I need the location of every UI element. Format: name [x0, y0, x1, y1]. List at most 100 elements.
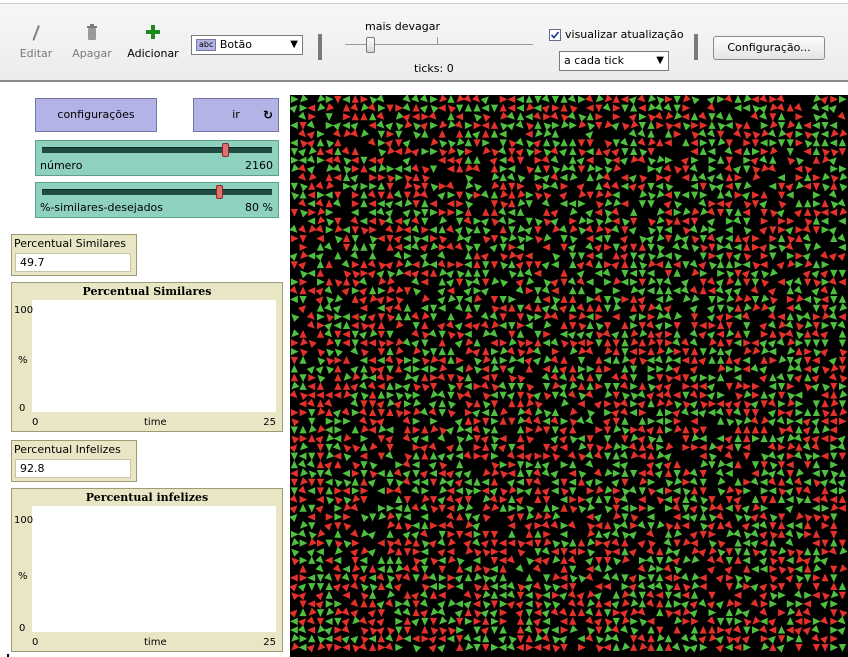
agent [743, 200, 752, 209]
world-canvas[interactable] [290, 95, 848, 657]
agent [812, 304, 820, 313]
edit-button[interactable]: Editar [18, 22, 54, 60]
agent [587, 598, 596, 607]
agent [332, 129, 341, 138]
agent [411, 461, 420, 469]
agent [560, 138, 568, 147]
agent [526, 313, 535, 322]
agent [838, 539, 847, 548]
agent [612, 95, 620, 103]
agent [628, 174, 637, 183]
agent [334, 373, 342, 382]
agent [621, 478, 629, 487]
agent [499, 495, 508, 504]
agent [325, 113, 333, 122]
agent [360, 95, 369, 103]
agent [576, 416, 585, 425]
agent [334, 294, 343, 303]
slider-knob[interactable] [216, 185, 223, 199]
numero-slider[interactable]: número 2160 [35, 140, 279, 176]
settings-button[interactable]: Configuração... [713, 36, 825, 60]
update-mode-select[interactable]: a cada tick ▼ [559, 51, 669, 71]
agent [404, 120, 413, 129]
agent [611, 191, 620, 199]
agent [665, 330, 673, 338]
agent [795, 608, 803, 617]
agent [351, 425, 359, 434]
toolbar-separator [318, 34, 322, 60]
agent [560, 478, 568, 487]
agent [595, 122, 603, 130]
agent [802, 426, 811, 435]
agent [760, 461, 768, 470]
agent [506, 642, 515, 651]
agent [306, 120, 315, 129]
agent [786, 312, 794, 321]
agent [377, 382, 385, 391]
agent [515, 252, 524, 261]
agent [464, 138, 472, 147]
slider-knob[interactable] [222, 143, 229, 157]
agent [689, 259, 698, 268]
agent [595, 200, 604, 209]
agent [638, 469, 646, 478]
agent [551, 408, 559, 416]
agent [569, 418, 578, 427]
agent [367, 548, 376, 557]
agent [647, 243, 655, 252]
agent [419, 557, 428, 566]
agent [559, 582, 568, 591]
agent [602, 172, 611, 181]
agent [708, 461, 716, 470]
agent [628, 531, 637, 540]
agent [324, 572, 333, 581]
agent [465, 226, 474, 235]
agent [672, 503, 681, 512]
world-view[interactable] [290, 95, 848, 657]
agent [306, 155, 315, 164]
setup-button[interactable]: configurações [35, 98, 157, 132]
agent [524, 268, 533, 277]
agent [787, 548, 796, 557]
agent [517, 224, 526, 233]
agent [439, 148, 448, 157]
agent [308, 556, 316, 564]
agent [550, 111, 559, 120]
agent [419, 444, 428, 453]
slider-name: %-similares-desejados [40, 201, 164, 214]
agent [324, 191, 333, 199]
agent [402, 459, 411, 468]
agent [532, 111, 541, 120]
agent [656, 216, 665, 225]
agent [534, 313, 543, 321]
add-button[interactable]: Adicionar [124, 22, 182, 60]
go-button[interactable]: ir ↻ [193, 98, 279, 132]
agent [343, 513, 351, 521]
agent [377, 582, 385, 590]
agent [743, 217, 751, 226]
agent [613, 303, 622, 312]
agent [360, 627, 369, 636]
agent [500, 279, 509, 288]
agent [551, 348, 560, 356]
agent [802, 311, 811, 320]
widget-type-select[interactable]: abc Botão ▼ [191, 35, 303, 55]
agent [412, 538, 420, 547]
speed-slider-knob[interactable] [366, 37, 375, 53]
agent [560, 356, 568, 364]
view-updates-checkbox[interactable] [549, 29, 561, 41]
agent [342, 487, 350, 495]
agent [395, 312, 403, 321]
agent [663, 305, 672, 314]
agent [654, 322, 663, 331]
agent [604, 618, 613, 627]
agent [430, 417, 438, 425]
agent [681, 113, 690, 121]
agent [446, 504, 455, 512]
agent [343, 129, 352, 138]
similares-desejados-slider[interactable]: %-similares-desejados 80 % [35, 182, 279, 218]
agent [777, 313, 785, 321]
agent [621, 642, 630, 651]
delete-button[interactable]: Apagar [70, 22, 114, 60]
agent [733, 287, 742, 296]
